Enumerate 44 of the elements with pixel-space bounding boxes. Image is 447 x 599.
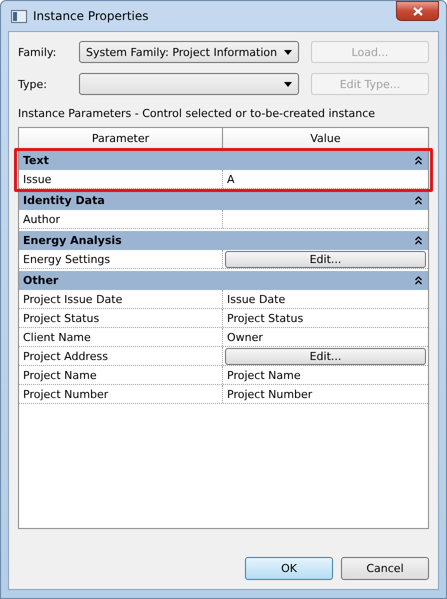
collapse-icon[interactable]: [415, 196, 422, 205]
parameter-cell: Project Name: [19, 366, 223, 384]
parameter-cell: Project Status: [19, 309, 223, 327]
type-label: Type:: [18, 78, 48, 90]
parameter-cell: Author: [19, 210, 223, 228]
close-button[interactable]: [396, 1, 439, 21]
ok-button[interactable]: OK: [245, 557, 333, 580]
edit-button[interactable]: Edit...: [225, 348, 426, 364]
edit-button[interactable]: Edit...: [225, 250, 426, 268]
value-cell[interactable]: A: [223, 170, 428, 188]
value-cell[interactable]: Project Name: [223, 366, 428, 384]
value-cell[interactable]: Issue Date: [223, 290, 428, 308]
dropdown-arrow-icon: [284, 82, 292, 86]
family-dropdown[interactable]: System Family: Project Information: [79, 41, 299, 63]
column-header[interactable]: Parameter: [19, 128, 223, 148]
parameter-cell: Project Issue Date: [19, 290, 223, 308]
dropdown-arrow-icon: [284, 50, 292, 54]
window-title: Instance Properties: [33, 9, 150, 23]
group-title: Energy Analysis: [23, 234, 122, 247]
collapse-icon[interactable]: [415, 276, 422, 285]
cancel-button[interactable]: Cancel: [341, 557, 429, 580]
value-cell[interactable]: Owner: [223, 328, 428, 346]
collapse-icon[interactable]: [415, 236, 422, 245]
caption-text: Instance Parameters - Control selected or to-be-created instance: [18, 107, 376, 120]
parameter-cell: Project Number: [19, 385, 223, 403]
value-cell[interactable]: Project Number: [223, 385, 428, 403]
group-header[interactable]: Identity Data: [19, 191, 428, 210]
app-icon: [11, 10, 27, 22]
column-header[interactable]: Value: [223, 128, 428, 148]
group-header[interactable]: Text: [19, 151, 428, 170]
group-title: Text: [23, 154, 49, 167]
type-dropdown[interactable]: [79, 73, 299, 95]
group-header[interactable]: Energy Analysis: [19, 231, 428, 250]
value-cell[interactable]: Project Status: [223, 309, 428, 327]
parameter-cell: Client Name: [19, 328, 223, 346]
parameter-cell: Energy Settings: [19, 250, 223, 268]
group-header[interactable]: Other: [19, 271, 428, 290]
close-icon: [412, 6, 422, 16]
parameter-cell: Issue: [19, 170, 223, 188]
family-label: Family:: [18, 46, 58, 58]
parameter-cell: Project Address: [19, 347, 223, 365]
collapse-icon[interactable]: [415, 156, 422, 165]
group-title: Other: [23, 274, 58, 287]
group-title: Identity Data: [23, 194, 105, 207]
